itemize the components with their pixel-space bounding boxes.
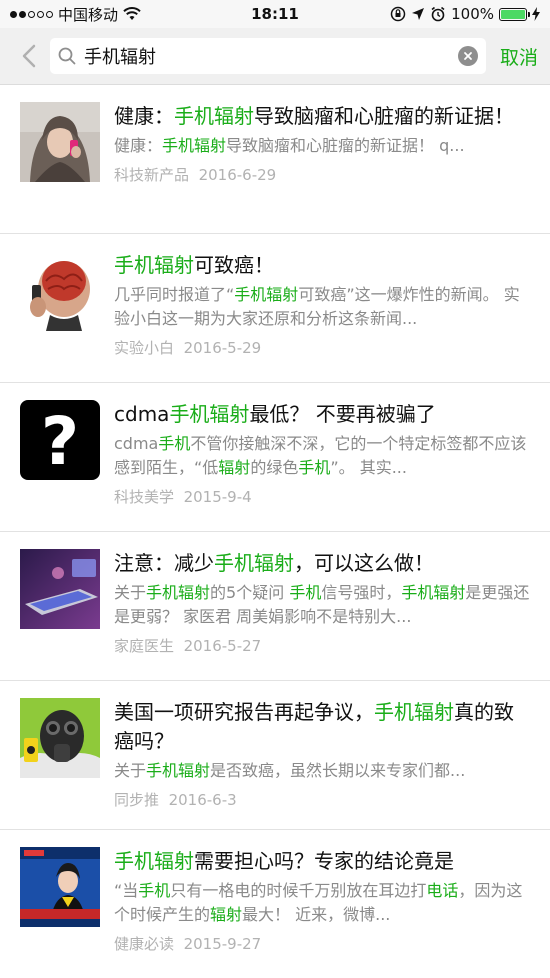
result-item[interactable]: 美国一项研究报告再起争议，手机辐射真的致癌吗？ 关于手机辐射是否致癌，虽然长期以… [0,681,550,830]
result-snippet: “当手机只有一格电的时候千万别放在耳边打电话，因为这个时候产生的辐射最大！ 近来… [114,881,523,924]
rotation-lock-icon [390,6,406,22]
result-snippet: 关于手机辐射的5个疑问 手机信号强时，手机辐射是更强还是更弱？ 家医君 周美娟影… [114,583,530,626]
result-snippet: cdma手机不管你接触深不深，它的一个特定标签都不应该感到陌生，“低辐射的绿色手… [114,434,527,477]
search-bar: 取消 [0,28,550,85]
result-title: 健康：手机辐射导致脑瘤和心脏瘤的新证据！ [114,104,514,128]
result-date: 2016-5-29 [183,339,262,357]
result-title: 美国一项研究报告再起争议，手机辐射真的致癌吗？ [114,700,514,753]
svg-text:?: ? [41,403,79,480]
battery-icon [499,7,530,21]
woman-phone-photo-icon [20,102,100,182]
result-item[interactable]: 手机辐射可致癌！ 几乎同时报道了“手机辐射可致癌”这一爆炸性的新闻。 实验小白这… [0,234,550,383]
wifi-icon [123,7,141,20]
result-source: 同步推 [114,791,160,809]
cancel-button[interactable]: 取消 [500,43,538,70]
result-meta: 家庭医生 2016-5-27 [114,635,530,656]
brain-radiation-photo-icon [20,251,100,331]
result-item[interactable]: ? cdma手机辐射最低？ 不要再被骗了 cdma手机不管你接触深不深，它的一个… [0,383,550,532]
search-field[interactable] [50,38,486,74]
status-bar: 中国移动 18:11 100% [0,0,550,28]
result-meta: 科技新产品 2016-6-29 [114,164,530,185]
result-title: 手机辐射可致癌！ [114,253,274,277]
result-date: 2016-6-29 [198,166,277,184]
result-snippet: 健康：手机辐射导致脑瘤和心脏瘤的新证据！ q... [114,136,465,155]
result-source: 健康必读 [114,935,175,953]
question-mark-icon: ? [20,400,100,480]
result-source: 实验小白 [114,339,175,357]
search-icon [58,47,76,65]
gas-mask-photo-icon [20,698,100,778]
search-input[interactable] [84,45,458,67]
close-icon [464,52,472,60]
battery-percent: 100% [451,5,494,23]
result-title: cdma手机辐射最低？ 不要再被骗了 [114,402,436,426]
news-anchor-photo-icon [20,847,100,927]
clear-search-button[interactable] [457,46,478,66]
back-button[interactable] [12,36,46,76]
result-meta: 实验小白 2016-5-29 [114,337,530,358]
result-snippet: 几乎同时报道了“手机辐射可致癌”这一爆炸性的新闻。 实验小白这一期为大家还原和分… [114,285,520,328]
result-date: 2016-5-27 [183,637,262,655]
result-item[interactable]: 手机辐射需要担心吗？专家的结论竟是 “当手机只有一格电的时候千万别放在耳边打电话… [0,830,550,978]
phone-screen-photo-icon [20,549,100,629]
result-date: 2015-9-27 [183,935,262,953]
result-item[interactable]: 注意：减少手机辐射，可以这么做！ 关于手机辐射的5个疑问 手机信号强时，手机辐射… [0,532,550,681]
result-title: 手机辐射需要担心吗？专家的结论竟是 [114,849,454,873]
alarm-icon [431,6,445,22]
search-results: 健康：手机辐射导致脑瘤和心脏瘤的新证据！ 健康：手机辐射导致脑瘤和心脏瘤的新证据… [0,85,550,978]
result-meta: 同步推 2016-6-3 [114,789,530,810]
result-date: 2016-6-3 [168,791,237,809]
chevron-left-icon [22,44,36,68]
result-source: 科技新产品 [114,166,190,184]
result-item[interactable]: 健康：手机辐射导致脑瘤和心脏瘤的新证据！ 健康：手机辐射导致脑瘤和心脏瘤的新证据… [0,85,550,234]
signal-strength-icon [10,10,53,18]
result-meta: 科技美学 2015-9-4 [114,486,530,507]
result-date: 2015-9-4 [183,488,252,506]
result-title: 注意：减少手机辐射，可以这么做！ [114,551,434,575]
result-source: 科技美学 [114,488,175,506]
charging-icon [532,7,540,21]
result-snippet: 关于手机辐射是否致癌，虽然长期以来专家们都... [114,761,466,780]
location-icon [412,8,425,20]
result-source: 家庭医生 [114,637,175,655]
carrier-label: 中国移动 [58,5,119,24]
result-meta: 健康必读 2015-9-27 [114,933,530,954]
